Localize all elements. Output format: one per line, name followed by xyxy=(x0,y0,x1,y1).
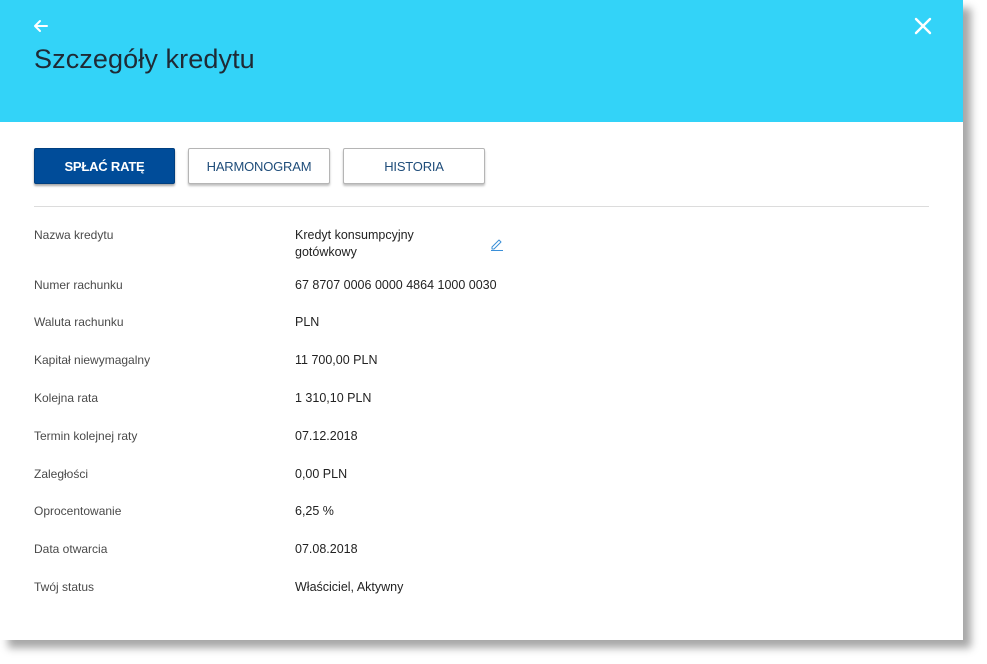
history-button[interactable]: HISTORIA xyxy=(343,148,485,184)
opening-date-value: 07.08.2018 xyxy=(295,542,358,556)
interest-label: Oprocentowanie xyxy=(34,504,122,518)
account-number-value: 67 8707 0006 0000 4864 1000 0030 xyxy=(295,278,497,292)
divider xyxy=(34,206,929,207)
opening-date-label: Data otwarcia xyxy=(34,542,108,556)
next-installment-date-value: 07.12.2018 xyxy=(295,429,358,443)
loan-name-value: Kredyt konsumpcyjny gotówkowy xyxy=(295,228,414,259)
status-label: Twój status xyxy=(34,580,95,594)
close-icon[interactable] xyxy=(911,14,935,38)
interest-value: 6,25 % xyxy=(295,504,334,518)
arrears-value: 0,00 PLN xyxy=(295,467,348,481)
pencil-icon[interactable] xyxy=(490,237,504,251)
arrow-left-icon[interactable] xyxy=(30,15,52,37)
arrears-label: Zaległości xyxy=(34,467,89,481)
next-installment-value: 1 310,10 PLN xyxy=(295,391,372,405)
loan-details-panel: Szczegóły kredytu SPŁAĆ RATĘ HARMONOGRAM… xyxy=(0,0,963,640)
capital-value: 11 700,00 PLN xyxy=(295,353,378,367)
pay-installment-button[interactable]: SPŁAĆ RATĘ xyxy=(34,148,175,184)
next-installment-date-label: Termin kolejnej raty xyxy=(34,429,138,443)
status-value: Właściciel, Aktywny xyxy=(295,580,404,594)
currency-label: Waluta rachunku xyxy=(34,315,124,329)
page-title: Szczegóły kredytu xyxy=(34,44,255,74)
header: Szczegóły kredytu xyxy=(0,0,963,122)
next-installment-label: Kolejna rata xyxy=(34,391,99,405)
loan-name-label: Nazwa kredytu xyxy=(34,228,114,242)
currency-value: PLN xyxy=(295,315,320,329)
schedule-button[interactable]: HARMONOGRAM xyxy=(188,148,330,184)
capital-label: Kapitał niewymagalny xyxy=(34,353,151,367)
account-number-label: Numer rachunku xyxy=(34,278,123,292)
